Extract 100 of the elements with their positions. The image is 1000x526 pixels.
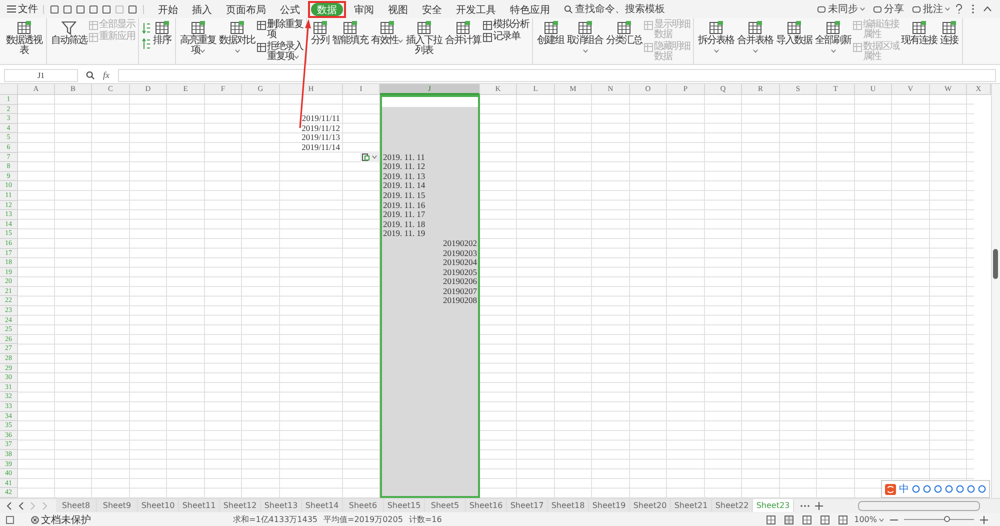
- sheet-tab[interactable]: Sheet12: [220, 499, 261, 512]
- ribbon-button[interactable]: 分列: [310, 20, 330, 46]
- sheet-tab[interactable]: Sheet21: [671, 499, 712, 512]
- ribbon-button[interactable]: 取消组合: [566, 20, 604, 56]
- ribbon-button[interactable]: 高亮重复项: [179, 20, 217, 56]
- table-cell: 2019. 11. 13: [383, 170, 426, 181]
- paste-options-button[interactable]: [360, 152, 379, 162]
- add-icon[interactable]: [815, 502, 823, 510]
- table-icon: [89, 33, 98, 42]
- protection-button[interactable]: 文档未保护: [21, 512, 91, 526]
- sheet-tab[interactable]: Sheet19: [589, 499, 630, 512]
- ribbon-button[interactable]: 合并计算: [444, 20, 482, 46]
- ribbon-button[interactable]: 创建组: [536, 20, 565, 46]
- menu-tab[interactable]: 开发工具: [450, 2, 502, 16]
- sheet-tab[interactable]: Sheet5: [425, 499, 466, 512]
- sheet-tab[interactable]: Sheet11: [179, 499, 220, 512]
- table-icon: [853, 43, 862, 52]
- horizontal-scrollbar[interactable]: [858, 500, 980, 511]
- ribbon-button[interactable]: 数据透视表: [5, 20, 43, 56]
- name-box[interactable]: J1: [4, 68, 78, 82]
- function-label[interactable]: fx: [103, 70, 110, 80]
- table-cell: 2019. 11. 18: [383, 218, 426, 229]
- caret-icon: [234, 49, 240, 53]
- caret-icon: [752, 49, 758, 53]
- file-menu[interactable]: 文件: [4, 2, 41, 16]
- collapse-icon[interactable]: [983, 6, 992, 12]
- sheet-tab[interactable]: Sheet22: [712, 499, 753, 512]
- ribbon-button[interactable]: 连接: [939, 20, 959, 46]
- toolbar-button[interactable]: 分享: [870, 2, 907, 16]
- caret-icon: [860, 7, 865, 11]
- sheet-tab[interactable]: Sheet16: [466, 499, 507, 512]
- more-icon[interactable]: [971, 4, 975, 14]
- input-mode-label[interactable]: 中: [899, 482, 909, 496]
- menu-tab[interactable]: 公式: [274, 2, 306, 16]
- sort-descending-icon[interactable]: [142, 38, 151, 50]
- ribbon-button[interactable]: 记录单: [483, 32, 529, 42]
- sheet-tab[interactable]: Sheet9: [97, 499, 138, 512]
- ribbon-button[interactable]: 拒绝录入重复项: [257, 42, 303, 62]
- sheet-tab[interactable]: Sheet8: [56, 499, 97, 512]
- sort-ascending-icon[interactable]: [142, 22, 151, 34]
- ribbon-button[interactable]: 排序: [152, 20, 172, 46]
- caret-icon: [582, 49, 588, 53]
- ribbon-button[interactable]: 自动筛选: [50, 20, 88, 46]
- document-icon: [6, 516, 15, 524]
- slider-thumb[interactable]: [944, 516, 950, 522]
- caret-icon: [830, 49, 836, 53]
- sheet-tab[interactable]: Sheet6: [343, 499, 384, 512]
- table-cell: 2019/11/13: [302, 132, 340, 142]
- sheet-tab[interactable]: Sheet13: [261, 499, 302, 512]
- ribbon-button[interactable]: 数据对比: [218, 20, 256, 56]
- table-cell: 20190206: [443, 276, 477, 286]
- sheet-tab[interactable]: Sheet18: [548, 499, 589, 512]
- table-cell: 2019. 11. 12: [383, 161, 426, 172]
- more-icon[interactable]: [800, 504, 810, 508]
- menu-tab[interactable]: 插入: [186, 2, 218, 16]
- sheet-tab[interactable]: Sheet14: [302, 499, 343, 512]
- caret-icon: [945, 7, 950, 11]
- menu-tab[interactable]: 审阅: [348, 2, 380, 16]
- ribbon-button[interactable]: 全部刷新: [814, 20, 852, 56]
- vertical-scrollbar[interactable]: [991, 84, 1000, 498]
- table-icon: [483, 21, 492, 30]
- previous-sheet-icon[interactable]: [18, 502, 24, 510]
- menu-tab[interactable]: 页面布局: [220, 2, 272, 16]
- menu-tab[interactable]: 安全: [416, 2, 448, 16]
- ribbon-button[interactable]: 删除重复项: [257, 20, 303, 40]
- ribbon-button[interactable]: 智能填充: [331, 20, 369, 46]
- menu-tab[interactable]: 视图: [382, 2, 414, 16]
- ribbon-button[interactable]: 合并表格: [736, 20, 774, 56]
- search-field[interactable]: 查找命令、搜索模板: [564, 2, 665, 16]
- ribbon-button[interactable]: 插入下拉列表: [405, 20, 443, 56]
- help-icon[interactable]: [955, 4, 963, 14]
- first-sheet-icon[interactable]: [6, 502, 12, 510]
- zoom-out-icon[interactable]: [890, 518, 898, 521]
- table-cell: 20190203: [443, 248, 477, 258]
- sheet-tab[interactable]: Sheet23: [753, 499, 794, 512]
- toolbar-button[interactable]: 未同步: [814, 2, 868, 16]
- sheet-tab[interactable]: Sheet10: [138, 499, 179, 512]
- table-icon: [853, 21, 862, 30]
- active-cell[interactable]: [382, 97, 478, 107]
- zoom-icon[interactable]: [86, 70, 95, 80]
- input-logo-icon[interactable]: [885, 484, 896, 494]
- zoom-in-icon[interactable]: [980, 516, 988, 524]
- zoom-level-button[interactable]: 100%: [854, 515, 884, 524]
- search-icon: [564, 4, 573, 14]
- ribbon-button[interactable]: 有效性: [370, 20, 404, 46]
- sheet-tab[interactable]: Sheet15: [384, 499, 425, 512]
- ribbon-button[interactable]: 导入数据: [775, 20, 813, 46]
- ribbon-button[interactable]: 拆分表格: [697, 20, 735, 56]
- menu-tab[interactable]: 特色应用: [504, 2, 556, 16]
- grid-view-icon[interactable]: [784, 514, 794, 525]
- table-icon: [644, 21, 653, 30]
- menu-tab[interactable]: 数据: [311, 2, 343, 16]
- menu-tab[interactable]: 开始: [152, 2, 184, 16]
- sheet-tab[interactable]: Sheet17: [507, 499, 548, 512]
- sheet-tab[interactable]: Sheet20: [630, 499, 671, 512]
- ribbon-button[interactable]: 模拟分析: [483, 20, 529, 30]
- ribbon-button[interactable]: 分类汇总: [605, 20, 643, 46]
- formula-field[interactable]: [118, 68, 996, 82]
- ribbon-button[interactable]: 现有连接: [900, 20, 938, 46]
- toolbar-button[interactable]: 批注: [909, 2, 953, 16]
